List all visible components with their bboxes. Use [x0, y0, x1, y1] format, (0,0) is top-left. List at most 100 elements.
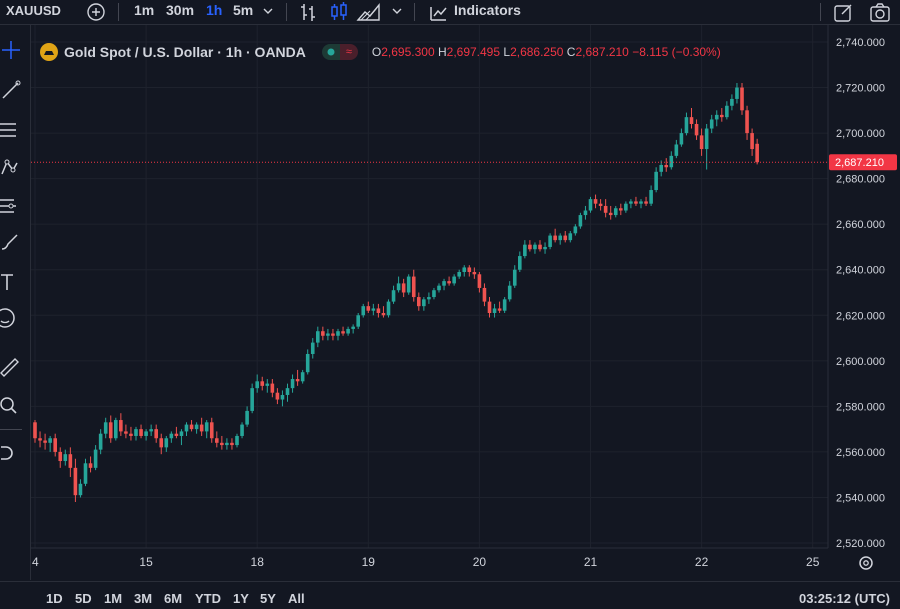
- candle: [63, 449, 68, 466]
- range-3m[interactable]: 3M: [134, 591, 152, 606]
- candle-body: [568, 233, 573, 241]
- candle-body: [290, 379, 295, 389]
- candle-body: [629, 201, 633, 204]
- toolbar-divider: [414, 3, 415, 21]
- candle-body: [452, 276, 456, 284]
- candle: [709, 114, 714, 134]
- edit-icon[interactable]: [832, 1, 854, 28]
- interval-30m[interactable]: 30m: [166, 2, 194, 18]
- candle-body: [356, 315, 360, 327]
- candle-body: [371, 308, 376, 311]
- candle: [558, 233, 562, 245]
- candle: [603, 199, 608, 218]
- candle: [634, 196, 638, 206]
- candle-body: [659, 164, 663, 172]
- utc-clock[interactable]: 03:25:12 (UTC): [799, 591, 890, 606]
- candle-body: [669, 155, 674, 168]
- candle-body: [608, 212, 613, 216]
- range-ytd[interactable]: YTD: [195, 591, 221, 606]
- candle-body: [144, 431, 148, 436]
- candle-body: [654, 171, 658, 191]
- emoji-icon[interactable]: [0, 307, 22, 334]
- candle-body: [134, 429, 138, 436]
- range-6m[interactable]: 6M: [164, 591, 182, 606]
- prediction-icon[interactable]: [0, 195, 22, 222]
- candle: [245, 406, 249, 427]
- range-1y[interactable]: 1Y: [233, 591, 249, 606]
- time-tick-label: 18: [251, 555, 265, 569]
- candle: [432, 287, 436, 300]
- range-all[interactable]: All: [288, 591, 305, 606]
- crosshair-icon[interactable]: [0, 39, 22, 66]
- indicators-button[interactable]: Indicators: [454, 2, 521, 18]
- chevron-down-icon[interactable]: [262, 4, 274, 22]
- range-5d[interactable]: 5D: [75, 591, 92, 606]
- settings-gear-icon[interactable]: [857, 554, 875, 577]
- add-symbol-icon[interactable]: [86, 1, 106, 26]
- candle-body: [709, 119, 714, 129]
- indicators-icon[interactable]: [428, 1, 448, 28]
- candle-body: [225, 442, 229, 446]
- ruler-icon[interactable]: [0, 355, 22, 382]
- brush-icon[interactable]: [0, 231, 22, 258]
- candle-body: [88, 463, 93, 468]
- symbol-search[interactable]: XAUUSD: [6, 3, 61, 18]
- candle: [457, 269, 461, 279]
- area-chart-icon[interactable]: [356, 1, 382, 28]
- candle: [250, 383, 254, 414]
- candle: [714, 110, 719, 127]
- candle: [144, 429, 148, 441]
- candle-body: [159, 438, 164, 448]
- magnet-icon[interactable]: [0, 443, 22, 470]
- candle: [341, 326, 345, 336]
- pattern-icon[interactable]: [0, 157, 22, 184]
- candle: [598, 199, 603, 211]
- candle-body: [326, 333, 330, 336]
- candle-body: [578, 215, 583, 227]
- candle: [391, 285, 396, 304]
- candle-body: [58, 451, 63, 462]
- time-tick-label: 20: [473, 555, 487, 569]
- drawing-toolbar: [0, 25, 31, 580]
- camera-icon[interactable]: [868, 1, 892, 28]
- range-1m[interactable]: 1M: [104, 591, 122, 606]
- candle-body: [381, 312, 386, 316]
- candle: [356, 312, 360, 329]
- zoom-icon[interactable]: [0, 395, 22, 422]
- candle: [467, 265, 472, 277]
- candle: [487, 297, 492, 318]
- candle-body: [720, 114, 724, 118]
- interval-1m[interactable]: 1m: [134, 2, 154, 18]
- price-tick-label: 2,580.000: [836, 401, 885, 413]
- candle-body: [114, 420, 118, 439]
- price-tick-label: 2,720.000: [836, 83, 885, 95]
- candle: [447, 276, 451, 286]
- candle-body: [346, 328, 350, 334]
- interval-1h[interactable]: 1h: [206, 2, 222, 18]
- bar-chart-icon[interactable]: [298, 1, 320, 28]
- candle-body: [260, 381, 265, 386]
- candle-body: [472, 272, 477, 275]
- candle: [462, 265, 467, 277]
- candle-body: [512, 269, 517, 286]
- candle-body: [275, 392, 280, 400]
- low-value: 2,686.250: [510, 45, 564, 59]
- text-icon[interactable]: [0, 271, 22, 298]
- candle: [225, 438, 229, 450]
- chevron-down-icon[interactable]: [391, 4, 403, 22]
- candle: [174, 426, 179, 439]
- candle: [48, 435, 52, 452]
- trend-line-icon[interactable]: [0, 79, 22, 106]
- candle-body: [305, 353, 310, 373]
- candle-body: [220, 442, 224, 446]
- candles-icon[interactable]: [328, 1, 350, 28]
- candle: [316, 326, 320, 348]
- fib-icon[interactable]: [0, 119, 22, 146]
- range-5y[interactable]: 5Y: [260, 591, 276, 606]
- candle-body: [745, 110, 749, 134]
- market-status[interactable]: ≈: [321, 44, 358, 60]
- interval-5m[interactable]: 5m: [233, 2, 253, 18]
- price-chart[interactable]: 2,520.000 2,540.000 2,560.000 2,580.000 2,60…: [0, 0, 900, 608]
- change-value: −8.115 (−0.30%): [632, 45, 721, 59]
- range-1d[interactable]: 1D: [46, 591, 63, 606]
